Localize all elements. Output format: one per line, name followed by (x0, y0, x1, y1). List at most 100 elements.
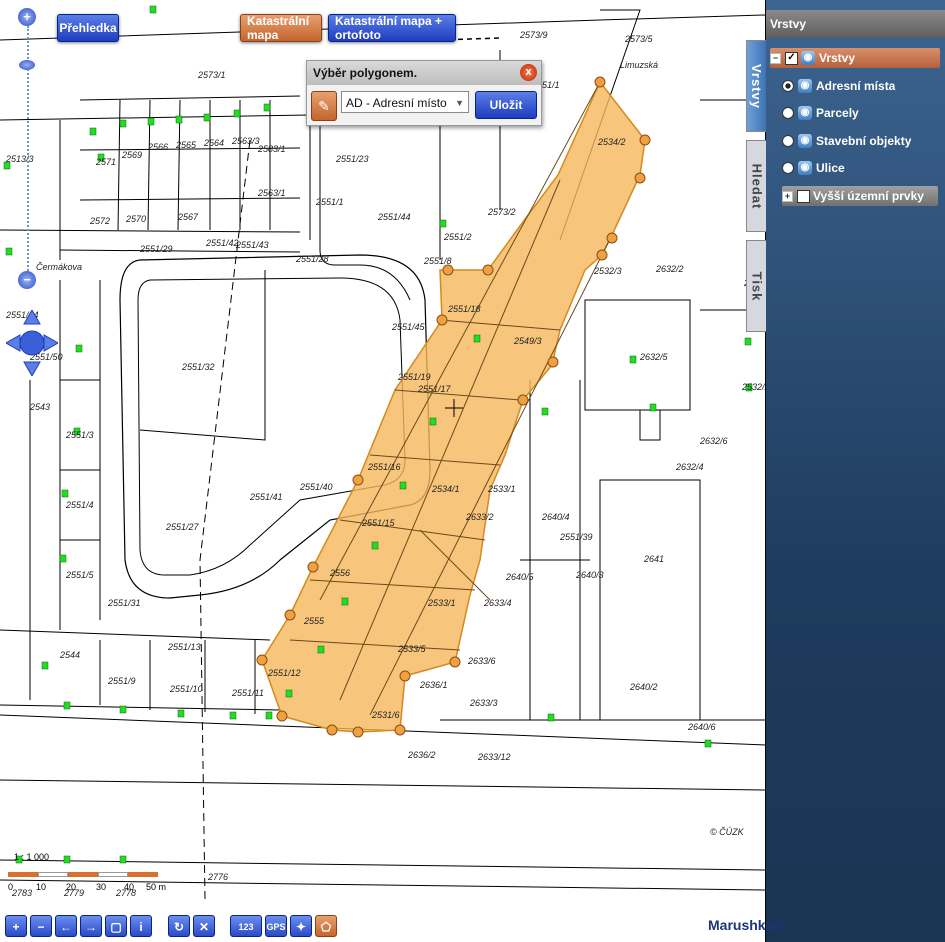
scale-bar: 1 : 1 000 0 10 20 30 40 50 m (6, 852, 166, 897)
bottom-toolbar: + − ← → ▢ i ↻ ✕ 123 GPS ✦ ⬠ (0, 910, 765, 942)
tab-vrstvy[interactable]: Vrstvy (746, 40, 766, 132)
clear-icon[interactable]: ✕ (193, 915, 215, 937)
tree-item-stavebni-objekty[interactable]: ◉ Stavební objekty (782, 131, 911, 151)
zoom-out-icon[interactable]: − (18, 271, 36, 289)
tree-item-ulice[interactable]: ◉ Ulice (782, 158, 845, 178)
parcel-label: 2551/45 (391, 322, 426, 332)
cadastral-map-button[interactable]: Katastrální mapa (240, 14, 322, 42)
tab-hledat[interactable]: Hledat (746, 140, 766, 232)
parcel-label: 2636/2 (407, 750, 436, 760)
parcel-label: 2551/4 (65, 500, 94, 510)
back-arrow-icon[interactable]: ← (55, 915, 77, 937)
chevron-down-icon: ▼ (455, 98, 464, 108)
radio-icon[interactable] (782, 162, 794, 174)
zoom-extent-icon[interactable]: ▢ (105, 915, 127, 937)
parcel-label: 2551/9 (107, 676, 136, 686)
tab-tisk[interactable]: Tisk (746, 240, 766, 332)
tree-item-parcely[interactable]: ◉ Parcely (782, 103, 859, 123)
polygon-select-icon[interactable]: ⬠ (315, 915, 337, 937)
parcel-label: 2640/5 (505, 572, 535, 582)
parcel-label: 2565 (175, 140, 197, 150)
parcel-label: 2551/18 (447, 304, 481, 314)
parcel-label: 2549/3 (513, 336, 542, 346)
parcel-label: 2641 (643, 554, 664, 564)
tree-group-vyssi-uzemni-prvky[interactable]: + Vyšší územní prvky (782, 186, 938, 206)
parcel-label: Čermákova (36, 262, 82, 272)
parcel-label: 2555 (303, 616, 325, 626)
parcel-label: 2632/6 (699, 436, 728, 446)
parcel-label: 2551/8 (423, 256, 452, 266)
expand-icon[interactable]: + (782, 190, 793, 202)
parcel-label: 2551/13 (167, 642, 201, 652)
parcel-label: 2633/12 (477, 752, 511, 762)
parcel-label: 2532/2 (741, 382, 765, 392)
tree-root-vrstvy[interactable]: − ✓ ◉ Vrstvy (770, 48, 940, 68)
layer-icon: ◉ (798, 161, 812, 175)
map-canvas[interactable]: 2573/9 2573/5 2573/1 2551/1 2534/2 2569 2566 25… (0, 0, 765, 910)
checkbox-icon[interactable] (797, 189, 810, 203)
zoom-in-icon[interactable]: + (18, 8, 36, 26)
pan-control[interactable] (6, 310, 58, 376)
save-button[interactable]: Uložit (475, 91, 537, 119)
layer-select-value: AD - Adresní místo (346, 96, 447, 110)
parcel-label: 2632/4 (675, 462, 704, 472)
parcel-label: 2632/5 (639, 352, 669, 362)
parcel-label: 2551/39 (559, 532, 593, 542)
gps-button[interactable]: GPS (265, 915, 287, 937)
layer-icon: ◉ (801, 51, 815, 65)
measure-icon[interactable]: 123 (230, 915, 262, 937)
close-icon[interactable]: x (520, 64, 537, 81)
parcel-label: 2551/31 (107, 598, 141, 608)
parcel-label: 2551/5 (65, 570, 95, 580)
parcel-label: 2573/9 (519, 30, 548, 40)
scale-tick: 0 (8, 882, 14, 892)
scale-ratio: 1 : 1 000 (14, 852, 50, 862)
parcel-label: 2551/27 (165, 522, 200, 532)
parcel-label: 2551/11 (231, 688, 264, 698)
parcel-label: 2566 (147, 142, 168, 152)
parcel-label: 2551/1 (315, 197, 344, 207)
zoom-out-button[interactable]: − (30, 915, 52, 937)
copyright-text: © ČÚZK (710, 827, 745, 837)
parcel-label: 2776 (207, 872, 228, 882)
overview-button[interactable]: Přehledka (57, 14, 119, 42)
info-icon[interactable]: i (130, 915, 152, 937)
layer-icon: ◉ (798, 134, 812, 148)
panel-title: Vrstvy (766, 10, 945, 38)
cadastral-map[interactable]: 2573/9 2573/5 2573/1 2551/1 2534/2 2569 2566 25… (0, 0, 765, 910)
layer-icon: ◉ (798, 106, 812, 120)
parcel-label: 2632/2 (655, 264, 684, 274)
collapse-icon[interactable]: − (770, 52, 781, 64)
parcel-label: 2573/2 (487, 207, 516, 217)
parcel-label: 2640/2 (629, 682, 658, 692)
parcel-label: 2563/3 (231, 136, 260, 146)
zoom-slider[interactable]: + − (18, 8, 38, 298)
forward-arrow-icon[interactable]: → (80, 915, 102, 937)
scale-tick: 20 (66, 882, 77, 892)
parcel-label: 2533/5 (397, 644, 427, 654)
parcel-label: 2551/17 (417, 384, 452, 394)
parcel-label: 2551/12 (267, 668, 301, 678)
pen-tool-icon[interactable]: ✎ (311, 91, 337, 121)
compass-icon[interactable]: ✦ (290, 915, 312, 937)
layer-select[interactable]: AD - Adresní místo ▼ (341, 91, 469, 113)
cadastral-ortho-button[interactable]: Katastrální mapa + ortofoto (328, 14, 456, 42)
parcel-label: 2551/23 (335, 154, 369, 164)
parcel-label: 2640/4 (541, 512, 570, 522)
tree-item-label: Adresní místa (816, 79, 896, 93)
tree-item-adresni-mista[interactable]: ◉ Adresní místa (782, 76, 895, 96)
zoom-handle[interactable] (19, 60, 35, 70)
tab-label: Hledat (749, 163, 765, 209)
zoom-in-button[interactable]: + (5, 915, 27, 937)
parcel-label: 2551/29 (139, 244, 173, 254)
checkbox-icon[interactable]: ✓ (785, 51, 798, 65)
parcel-label: 2551/2 (443, 232, 472, 242)
radio-icon[interactable] (782, 80, 794, 92)
parcel-label: 2531/6 (371, 710, 400, 720)
radio-icon[interactable] (782, 135, 794, 147)
radio-icon[interactable] (782, 107, 794, 119)
scale-tick: 10 (36, 882, 47, 892)
refresh-icon[interactable]: ↻ (168, 915, 190, 937)
parcel-label: 2571 (95, 157, 116, 167)
parcel-label: 2543 (29, 402, 50, 412)
